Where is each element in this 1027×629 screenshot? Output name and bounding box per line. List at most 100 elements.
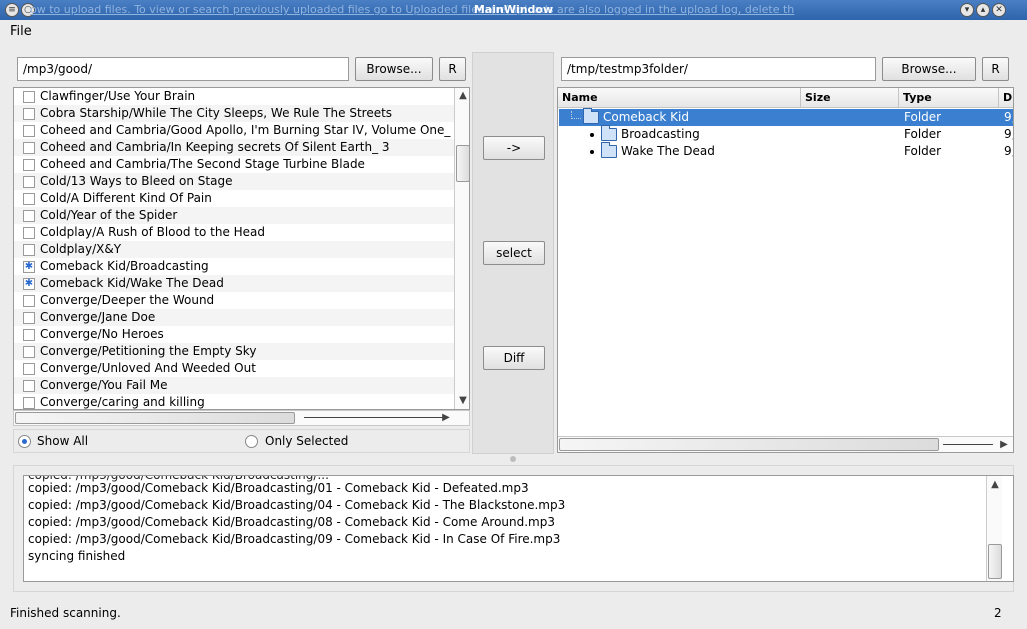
source-list-vscroll-thumb[interactable] (456, 145, 469, 182)
checkbox[interactable] (23, 125, 35, 137)
tree-row[interactable]: Comeback Kid Folder 9, (559, 108, 1013, 126)
checkbox-checked[interactable]: ✱ (23, 278, 35, 290)
select-button[interactable]: select (483, 241, 545, 265)
source-folder-list[interactable]: Clawfinger/Use Your Brain Cobra Starship/… (13, 87, 470, 410)
list-item[interactable]: Cold/13 Ways to Bleed on Stage (14, 173, 454, 190)
list-item-label: Converge/Deeper the Wound (40, 293, 215, 307)
source-list-hscrollbar[interactable]: ▶ (13, 410, 470, 426)
checkbox[interactable] (23, 91, 35, 103)
list-item[interactable]: Coheed and Cambria/Good Apollo, I'm Burn… (14, 122, 454, 139)
source-refresh-button[interactable]: R (439, 57, 466, 81)
tree-row[interactable]: Broadcasting Folder 9, (559, 125, 1013, 143)
checkbox[interactable] (23, 363, 35, 375)
target-refresh-button[interactable]: R (982, 57, 1009, 81)
maximize-icon[interactable]: ▴ (976, 3, 990, 17)
list-item-label: Comeback Kid/Broadcasting (40, 259, 209, 273)
target-path-input[interactable]: /tmp/testmp3folder/ (561, 57, 876, 81)
checkbox[interactable] (23, 193, 35, 205)
list-item-label: Comeback Kid/Wake The Dead (40, 276, 224, 290)
list-item[interactable]: Clawfinger/Use Your Brain (14, 88, 454, 105)
list-item-label: Coldplay/A Rush of Blood to the Head (40, 225, 266, 239)
log-vscrollbar[interactable]: ▲ (986, 476, 1002, 581)
list-item[interactable]: Converge/Deeper the Wound (14, 292, 454, 309)
scroll-up-icon[interactable]: ▲ (989, 479, 1001, 491)
list-item[interactable]: Converge/caring and killing (14, 394, 454, 409)
log-line: copied: /mp3/good/Comeback Kid/Broadcast… (28, 498, 566, 512)
tree-cell-date: 9, (1004, 127, 1013, 141)
checkbox[interactable] (23, 244, 35, 256)
scroll-up-icon[interactable]: ▲ (457, 90, 469, 102)
list-item[interactable]: Cold/A Different Kind Of Pain (14, 190, 454, 207)
close-icon[interactable]: ✕ (992, 3, 1006, 17)
minimize-icon[interactable]: ▾ (960, 3, 974, 17)
tree-cell-date: 9, (1004, 144, 1013, 158)
list-item-label: Cold/Year of the Spider (40, 208, 178, 222)
column-header-type[interactable]: Type (899, 88, 999, 108)
tree-branch-icon (590, 133, 594, 137)
source-path-input[interactable]: /mp3/good/ (17, 57, 349, 81)
scroll-right-icon[interactable]: ▶ (440, 412, 452, 424)
show-all-radio[interactable] (18, 435, 31, 448)
scroll-down-icon[interactable]: ▼ (457, 395, 469, 407)
source-list-hscroll-thumb[interactable] (15, 412, 295, 424)
list-item-label: Converge/Jane Doe (40, 310, 156, 324)
list-item[interactable]: Converge/Jane Doe (14, 309, 454, 326)
column-header-date[interactable]: D (999, 88, 1013, 108)
tree-cell-name: Broadcasting (621, 127, 700, 141)
tree-hscrollbar[interactable]: ▶ (558, 436, 1013, 452)
list-item[interactable]: Coldplay/X&Y (14, 241, 454, 258)
target-browse-button[interactable]: Browse... (882, 57, 976, 81)
scroll-right-icon[interactable]: ▶ (998, 439, 1010, 451)
tree-branch-icon (590, 150, 594, 154)
scroll-track-line (304, 417, 444, 418)
tree-cell-type: Folder (904, 144, 942, 158)
log-vscroll-thumb[interactable] (988, 544, 1002, 579)
list-item-label: Cobra Starship/While The City Sleeps, We… (40, 106, 393, 120)
checkbox[interactable] (23, 227, 35, 239)
sync-log[interactable]: copied: /mp3/good/Comeback Kid/Broadcast… (23, 475, 1014, 582)
source-browse-button[interactable]: Browse... (355, 57, 433, 81)
list-item[interactable]: Coheed and Cambria/In Keeping secrets Of… (14, 139, 454, 156)
checkbox[interactable] (23, 295, 35, 307)
list-item[interactable]: Converge/Petitioning the Empty Sky (14, 343, 454, 360)
list-item[interactable]: Converge/Unloved And Weeded Out (14, 360, 454, 377)
checkbox[interactable] (23, 142, 35, 154)
checkbox-checked[interactable]: ✱ (23, 261, 35, 273)
list-item[interactable]: Converge/No Heroes (14, 326, 454, 343)
only-selected-radio[interactable] (245, 435, 258, 448)
menu-file[interactable]: File (10, 24, 32, 39)
tree-hscroll-thumb[interactable] (559, 438, 939, 451)
checkbox[interactable] (23, 312, 35, 324)
list-item[interactable]: Converge/You Fail Me (14, 377, 454, 394)
list-item[interactable]: Coldplay/A Rush of Blood to the Head (14, 224, 454, 241)
list-item[interactable]: ✱ Comeback Kid/Broadcasting (14, 258, 454, 275)
copy-button[interactable]: -> (483, 136, 545, 160)
diff-button[interactable]: Diff (483, 346, 545, 370)
log-line: copied: /mp3/good/Comeback Kid/Broadcast… (28, 532, 561, 546)
list-item[interactable]: ✱ Comeback Kid/Wake The Dead (14, 275, 454, 292)
checkbox[interactable] (23, 380, 35, 392)
checkbox[interactable] (23, 329, 35, 341)
checkbox[interactable] (23, 346, 35, 358)
column-header-name[interactable]: Name (558, 88, 801, 108)
list-item[interactable]: Coheed and Cambria/The Second Stage Turb… (14, 156, 454, 173)
splitter-handle[interactable] (510, 456, 516, 462)
list-item-label: Cold/13 Ways to Bleed on Stage (40, 174, 233, 188)
list-item-label: Converge/No Heroes (40, 327, 164, 341)
title-bar[interactable]: ≡ ○ ow to upload files. To view or searc… (0, 0, 1027, 20)
tree-row[interactable]: Wake The Dead Folder 9, (559, 142, 1013, 160)
checkbox[interactable] (23, 159, 35, 171)
source-list-vscrollbar[interactable]: ▲ ▼ (454, 88, 469, 409)
checkbox[interactable] (23, 210, 35, 222)
status-count: 2 (994, 606, 1002, 620)
list-item-label: Coheed and Cambria/In Keeping secrets Of… (40, 140, 390, 154)
list-item[interactable]: Cobra Starship/While The City Sleeps, We… (14, 105, 454, 122)
list-item-label: Converge/Unloved And Weeded Out (40, 361, 256, 375)
checkbox[interactable] (23, 176, 35, 188)
status-bar: Finished scanning. 2 (0, 602, 1027, 629)
target-tree-view[interactable]: Name Size Type D Comeback KidFolder9,Bro… (557, 87, 1014, 453)
column-header-size[interactable]: Size (801, 88, 899, 108)
checkbox[interactable] (23, 108, 35, 120)
checkbox[interactable] (23, 397, 35, 409)
list-item[interactable]: Cold/Year of the Spider (14, 207, 454, 224)
